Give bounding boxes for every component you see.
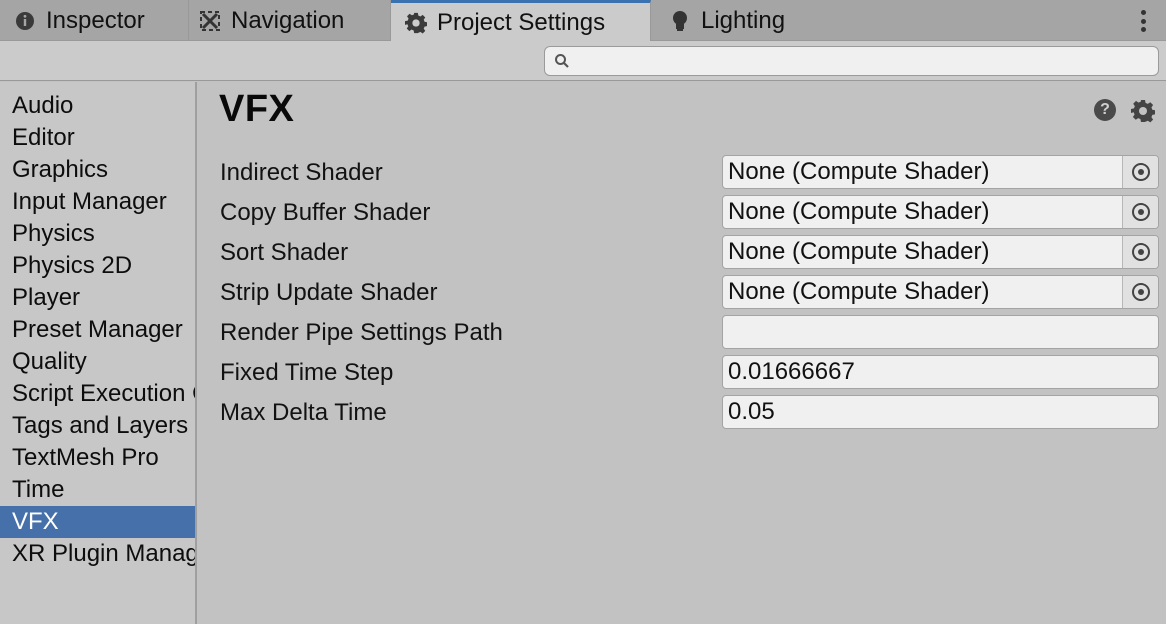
- sort-shader-label: Sort Shader: [220, 239, 349, 266]
- render-pipe-settings-path-field[interactable]: [722, 315, 1159, 349]
- page-title: VFX: [219, 88, 295, 130]
- help-icon[interactable]: ?: [1094, 99, 1116, 121]
- search-input[interactable]: [577, 49, 1152, 73]
- fixed-time-step-label: Fixed Time Step: [220, 359, 394, 386]
- sidebar-item-editor[interactable]: Editor: [0, 122, 195, 154]
- copy-buffer-shader-field[interactable]: None (Compute Shader): [722, 195, 1159, 229]
- navigation-icon: [199, 10, 221, 32]
- more-options-icon[interactable]: [1140, 10, 1146, 32]
- object-picker-icon[interactable]: [1122, 196, 1158, 228]
- settings-sidebar: Audio Editor Graphics Input Manager Phys…: [0, 82, 197, 624]
- tab-label: Project Settings: [437, 8, 606, 36]
- indirect-shader-field[interactable]: None (Compute Shader): [722, 155, 1159, 189]
- fixed-time-step-field[interactable]: 0.01666667: [722, 355, 1159, 389]
- field-value: 0.05: [728, 398, 775, 425]
- tab-label: Inspector: [46, 6, 145, 34]
- render-pipe-settings-path-label: Render Pipe Settings Path: [220, 319, 503, 346]
- copy-buffer-shader-label: Copy Buffer Shader: [220, 199, 431, 226]
- sidebar-item-physics[interactable]: Physics: [0, 218, 195, 250]
- strip-update-shader-field[interactable]: None (Compute Shader): [722, 275, 1159, 309]
- field-value: None (Compute Shader): [728, 158, 990, 185]
- sidebar-item-xr-plugin-management[interactable]: XR Plugin Management: [0, 538, 195, 570]
- sidebar-item-textmesh-pro[interactable]: TextMesh Pro: [0, 442, 195, 474]
- sidebar-item-input-manager[interactable]: Input Manager: [0, 186, 195, 218]
- max-delta-time-label: Max Delta Time: [220, 399, 387, 426]
- settings-panel: VFX ? Indirect Shader None (Compute Shad…: [199, 82, 1166, 624]
- sidebar-item-audio[interactable]: Audio: [0, 90, 195, 122]
- sidebar-item-physics-2d[interactable]: Physics 2D: [0, 250, 195, 282]
- editor-tab-bar: Inspector Navigation Project Settings Li…: [0, 0, 1166, 42]
- sort-shader-field[interactable]: None (Compute Shader): [722, 235, 1159, 269]
- sidebar-item-vfx[interactable]: VFX: [0, 506, 195, 538]
- search-toolbar: [0, 41, 1166, 81]
- tab-label: Navigation: [231, 6, 345, 34]
- lightbulb-icon: [669, 10, 691, 32]
- tab-project-settings[interactable]: Project Settings: [391, 0, 651, 42]
- sidebar-item-tags-and-layers[interactable]: Tags and Layers: [0, 410, 195, 442]
- field-value: 0.01666667: [728, 358, 855, 385]
- strip-update-shader-label: Strip Update Shader: [220, 279, 438, 306]
- sidebar-item-time[interactable]: Time: [0, 474, 195, 506]
- object-picker-icon[interactable]: [1122, 236, 1158, 268]
- object-picker-icon[interactable]: [1122, 276, 1158, 308]
- field-value: None (Compute Shader): [728, 238, 990, 265]
- tab-lighting[interactable]: Lighting: [651, 0, 841, 41]
- gear-icon: [405, 12, 427, 34]
- sidebar-item-player[interactable]: Player: [0, 282, 195, 314]
- sidebar-item-script-execution[interactable]: Script Execution Order: [0, 378, 195, 410]
- tab-inspector[interactable]: Inspector: [0, 0, 189, 41]
- search-box[interactable]: [544, 46, 1159, 76]
- sidebar-item-quality[interactable]: Quality: [0, 346, 195, 378]
- settings-gear-icon[interactable]: [1131, 99, 1156, 123]
- tab-navigation[interactable]: Navigation: [189, 0, 391, 41]
- indirect-shader-label: Indirect Shader: [220, 159, 383, 186]
- object-picker-icon[interactable]: [1122, 156, 1158, 188]
- field-value: None (Compute Shader): [728, 278, 990, 305]
- info-icon: [14, 10, 36, 32]
- tab-label: Lighting: [701, 6, 786, 34]
- sidebar-item-preset-manager[interactable]: Preset Manager: [0, 314, 195, 346]
- max-delta-time-field[interactable]: 0.05: [722, 395, 1159, 429]
- sidebar-item-graphics[interactable]: Graphics: [0, 154, 195, 186]
- search-icon: [554, 53, 570, 69]
- field-value: None (Compute Shader): [728, 198, 990, 225]
